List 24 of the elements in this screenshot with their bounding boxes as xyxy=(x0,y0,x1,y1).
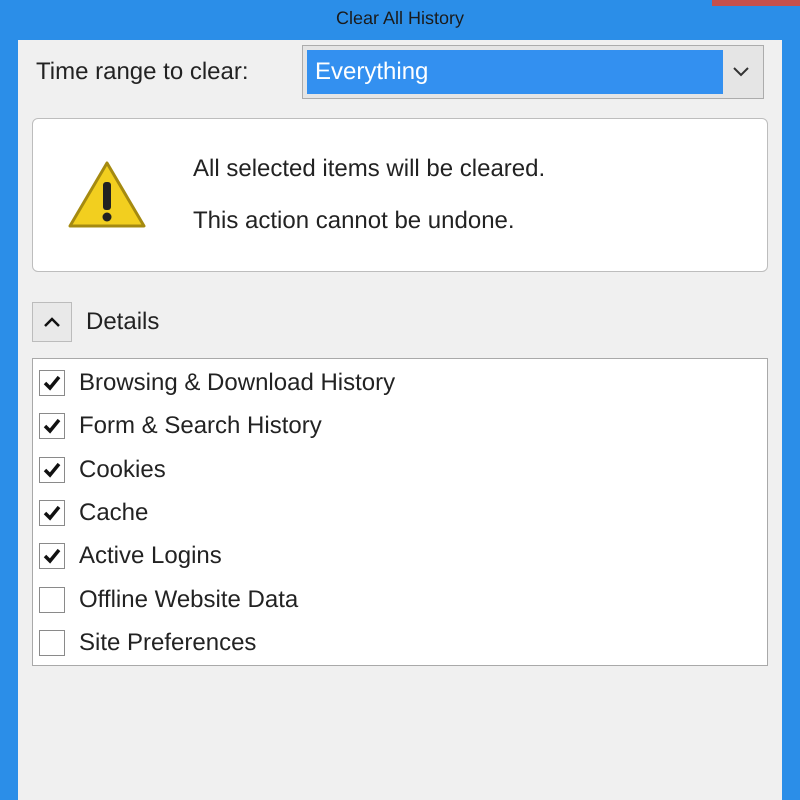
chevron-up-icon xyxy=(44,317,60,327)
checkbox[interactable] xyxy=(39,586,65,613)
checkbox[interactable] xyxy=(39,370,65,396)
checkbox[interactable] xyxy=(39,630,65,656)
checkbox-label: Cache xyxy=(79,498,148,528)
window-title: Clear All History xyxy=(336,8,464,28)
checkbox[interactable] xyxy=(39,500,65,526)
checkbox[interactable] xyxy=(39,456,65,483)
time-range-dropdown[interactable]: Everything xyxy=(302,45,764,99)
warning-text: All selected items will be cleared. xyxy=(193,154,546,184)
checkbox-label: Site Preferences xyxy=(79,628,256,658)
details-label: Details xyxy=(86,307,160,337)
checkbox-label: Offline Website Data xyxy=(79,584,298,615)
warning-icon xyxy=(67,160,147,230)
checkbox-label: Form & Search History xyxy=(79,411,322,442)
checkbox[interactable] xyxy=(39,413,65,440)
checkbox-label: Browsing & Download History xyxy=(79,368,396,398)
details-toggle-button[interactable] xyxy=(32,302,72,342)
chevron-down-icon xyxy=(733,67,749,77)
time-range-label: Time range to clear: xyxy=(35,57,250,87)
checkbox-label: Active Logins xyxy=(79,541,222,572)
checkbox[interactable] xyxy=(39,543,65,570)
checkbox-label: Cookies xyxy=(79,454,166,485)
warning-text: This action cannot be undone. xyxy=(193,206,516,236)
